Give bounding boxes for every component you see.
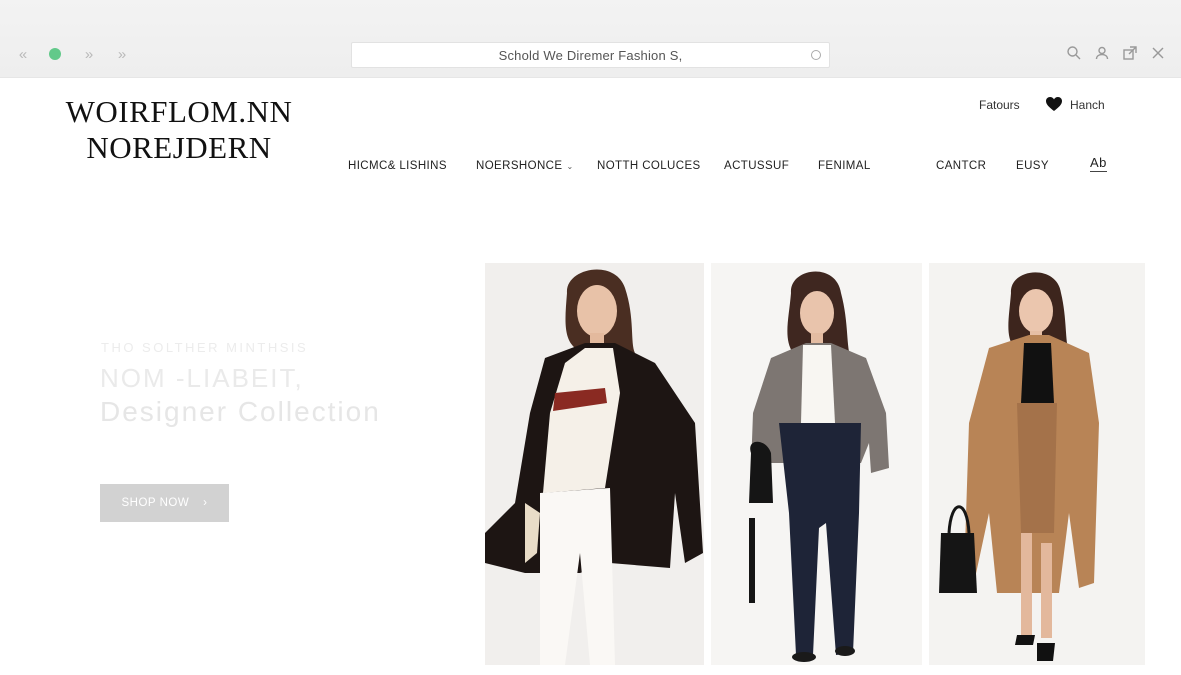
nav-item-8[interactable]: Ab xyxy=(1090,155,1107,172)
nav-item-6[interactable]: CANTCR xyxy=(936,160,986,172)
nav-item-4[interactable]: ACTUSSUF xyxy=(724,160,789,172)
chevron-down-icon: ⌄ xyxy=(566,162,574,171)
hero-title: NOM -LIABEIT, xyxy=(100,363,304,393)
reload-icon[interactable] xyxy=(811,50,821,60)
nav-item-2[interactable]: NOERSHONCE ⌄ xyxy=(476,160,574,172)
hero-subtitle: Designer Collection xyxy=(100,396,381,427)
browser-toolbar: « » » Schold We Diremer Fashion S, xyxy=(0,0,1181,78)
user-icon[interactable] xyxy=(1094,45,1110,61)
product-photo-camel-coat[interactable] xyxy=(929,263,1145,665)
nav-item-1[interactable]: HICMC& LISHINS xyxy=(348,160,447,172)
product-photo-grey-blazer[interactable] xyxy=(711,263,922,665)
favours-link[interactable]: Fatours xyxy=(979,98,1020,112)
hero-eyebrow: THO SOLTHER MINTHSIS xyxy=(101,340,309,355)
extension-icon[interactable] xyxy=(1122,45,1138,61)
hanch-link[interactable]: Hanch xyxy=(1070,98,1105,112)
back-icon[interactable]: « xyxy=(12,44,34,64)
forward-alt-icon[interactable]: » xyxy=(112,44,132,64)
address-text: Schold We Diremer Fashion S, xyxy=(498,47,683,63)
main-nav: HICMC& LISHINS NOERSHONCE ⌄ NOTTH COLUCES… xyxy=(0,155,1181,176)
shop-now-button[interactable]: SHOP NOW › xyxy=(100,484,229,522)
nav-item-2-label: NOERSHONCE xyxy=(476,160,563,172)
close-icon[interactable] xyxy=(1150,45,1166,61)
address-bar[interactable]: Schold We Diremer Fashion S, xyxy=(351,42,830,68)
status-dot xyxy=(49,48,61,60)
product-photo-black-coat[interactable] xyxy=(485,263,704,665)
chevron-right-icon: › xyxy=(203,497,208,509)
search-icon[interactable] xyxy=(1066,45,1082,61)
nav-item-3[interactable]: NOTTH COLUCES xyxy=(597,160,701,172)
forward-icon[interactable]: » xyxy=(79,44,99,64)
logo-line-1: WOIRFLOM.NN xyxy=(65,94,293,129)
nav-item-5[interactable]: FENIMAL xyxy=(818,160,871,172)
heart-icon[interactable] xyxy=(1045,96,1063,112)
site-logo[interactable]: WOIRFLOM.NN NOREJDERN xyxy=(64,94,294,166)
nav-item-7[interactable]: EUSY xyxy=(1016,160,1049,172)
shop-now-label: SHOP NOW xyxy=(121,497,190,509)
